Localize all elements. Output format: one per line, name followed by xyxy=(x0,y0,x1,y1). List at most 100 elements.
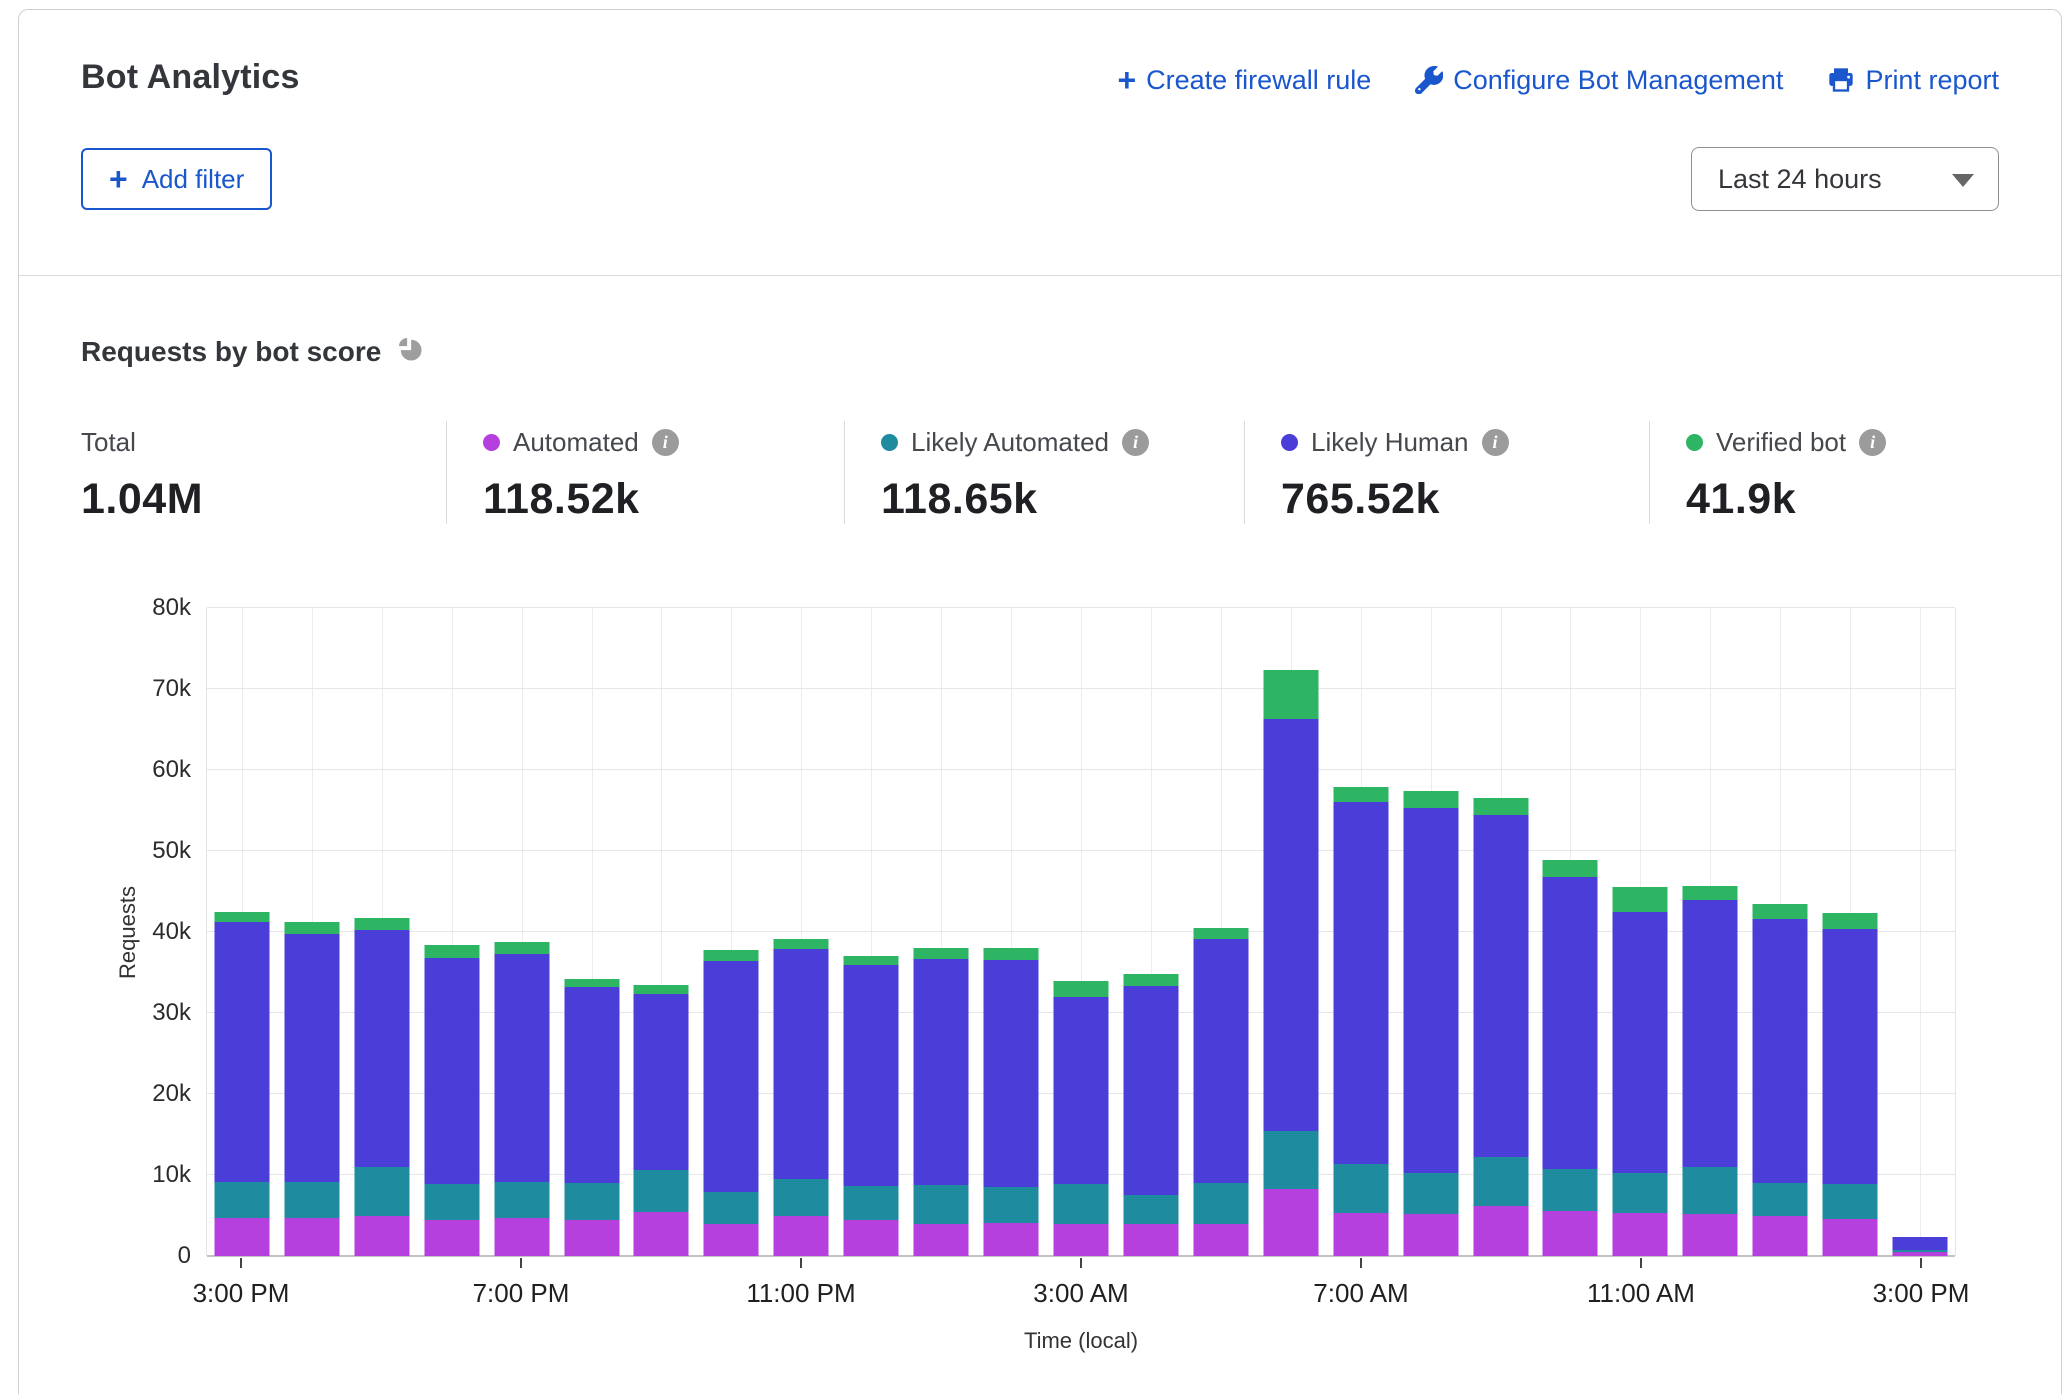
bar-6[interactable] xyxy=(634,985,689,1256)
segment-verified_bot xyxy=(1123,974,1178,986)
segment-automated xyxy=(914,1224,969,1256)
bar-slot-5 xyxy=(557,608,627,1256)
segment-verified_bot xyxy=(634,985,689,994)
info-icon[interactable]: i xyxy=(652,429,679,456)
segment-likely_human xyxy=(1893,1237,1948,1249)
y-axis-labels: 010k20k30k40k50k60k70k80k xyxy=(81,608,191,1256)
segment-likely_human xyxy=(1613,912,1668,1174)
plus-icon: + xyxy=(109,163,128,195)
bar-7[interactable] xyxy=(704,950,759,1256)
bar-slot-1 xyxy=(277,608,347,1256)
print-report-link[interactable]: Print report xyxy=(1827,65,1999,96)
bar-slot-2 xyxy=(347,608,417,1256)
segment-verified_bot xyxy=(564,979,619,987)
bar-23[interactable] xyxy=(1823,913,1878,1256)
bar-22[interactable] xyxy=(1753,904,1808,1256)
segment-automated xyxy=(1403,1214,1458,1256)
time-range-value: Last 24 hours xyxy=(1718,164,1882,195)
bar-19[interactable] xyxy=(1543,860,1598,1256)
segment-likely_automated xyxy=(1473,1157,1528,1206)
segment-verified_bot xyxy=(354,918,409,930)
segment-verified_bot xyxy=(1403,791,1458,808)
y-tick-label: 0 xyxy=(178,1242,191,1270)
bar-slot-8 xyxy=(766,608,836,1256)
bar-2[interactable] xyxy=(354,918,409,1256)
segment-likely_human xyxy=(1543,877,1598,1169)
bar-8[interactable] xyxy=(774,939,829,1256)
info-icon[interactable]: i xyxy=(1859,429,1886,456)
segment-likely_automated xyxy=(424,1184,479,1220)
segment-automated xyxy=(1333,1213,1388,1256)
y-tick-label: 10k xyxy=(152,1161,191,1189)
bar-1[interactable] xyxy=(284,922,339,1256)
bar-11[interactable] xyxy=(984,948,1039,1256)
bar-3[interactable] xyxy=(424,945,479,1256)
segment-automated xyxy=(214,1218,269,1256)
gridline xyxy=(207,850,1955,851)
bar-9[interactable] xyxy=(844,956,899,1256)
segment-verified_bot xyxy=(844,956,899,966)
x-tick-label: 11:00 PM xyxy=(746,1278,855,1309)
segment-automated xyxy=(1613,1213,1668,1256)
gridline xyxy=(207,769,1955,770)
segment-likely_human xyxy=(284,934,339,1182)
bar-24[interactable] xyxy=(1893,1237,1948,1256)
bar-12[interactable] xyxy=(1054,981,1109,1256)
bar-slot-24 xyxy=(1885,608,1955,1256)
bar-10[interactable] xyxy=(914,948,969,1256)
segment-automated xyxy=(494,1218,549,1256)
segment-automated xyxy=(1753,1216,1808,1256)
y-tick-label: 30k xyxy=(152,999,191,1027)
bar-0[interactable] xyxy=(214,912,269,1256)
bar-21[interactable] xyxy=(1683,886,1738,1256)
segment-likely_automated xyxy=(1193,1183,1248,1224)
bar-14[interactable] xyxy=(1193,928,1248,1256)
segment-verified_bot xyxy=(424,945,479,958)
likely-human-legend-dot xyxy=(1281,434,1298,451)
bar-slot-12 xyxy=(1046,608,1116,1256)
segment-automated xyxy=(704,1224,759,1256)
bar-18[interactable] xyxy=(1473,798,1528,1256)
segment-likely_automated xyxy=(1683,1167,1738,1214)
segment-verified_bot xyxy=(494,942,549,954)
segment-likely_human xyxy=(564,987,619,1183)
stat-likely-human: Likely Human i 765.52k xyxy=(1244,421,1649,524)
segment-likely_automated xyxy=(914,1185,969,1225)
bar-17[interactable] xyxy=(1403,791,1458,1256)
bar-slot-19 xyxy=(1536,608,1606,1256)
bar-5[interactable] xyxy=(564,979,619,1256)
gridline xyxy=(207,607,1955,608)
time-range-select[interactable]: Last 24 hours xyxy=(1691,147,1999,211)
segment-likely_automated xyxy=(564,1183,619,1219)
create-firewall-rule-link[interactable]: + Create firewall rule xyxy=(1117,64,1371,96)
segment-automated xyxy=(1263,1189,1318,1256)
segment-verified_bot xyxy=(914,948,969,959)
info-icon[interactable]: i xyxy=(1122,429,1149,456)
bot-analytics-card: Bot Analytics + Create firewall rule Con… xyxy=(18,9,2062,1394)
bar-15[interactable] xyxy=(1263,670,1318,1256)
segment-likely_human xyxy=(214,922,269,1182)
y-tick-label: 80k xyxy=(152,594,191,622)
x-tick-label: 11:00 AM xyxy=(1587,1278,1695,1309)
info-icon[interactable]: i xyxy=(1482,429,1509,456)
bar-16[interactable] xyxy=(1333,787,1388,1256)
bars-container xyxy=(207,608,1955,1256)
segment-likely_human xyxy=(1123,986,1178,1195)
segment-likely_human xyxy=(1054,997,1109,1184)
segment-likely_automated xyxy=(1263,1131,1318,1189)
x-tick-label: 7:00 PM xyxy=(473,1278,570,1309)
segment-verified_bot xyxy=(1473,798,1528,814)
bar-4[interactable] xyxy=(494,942,549,1256)
requests-bar-chart: Requests 010k20k30k40k50k60k70k80k 3:00 … xyxy=(81,596,1999,1336)
stat-total-value: 1.04M xyxy=(81,475,446,524)
bar-slot-4 xyxy=(487,608,557,1256)
segment-verified_bot xyxy=(214,912,269,922)
bar-13[interactable] xyxy=(1123,974,1178,1256)
bar-20[interactable] xyxy=(1613,887,1668,1256)
segment-verified_bot xyxy=(1054,981,1109,997)
header-actions: + Create firewall rule Configure Bot Man… xyxy=(1117,58,1999,96)
verified-bot-legend-dot xyxy=(1686,434,1703,451)
configure-bot-management-link[interactable]: Configure Bot Management xyxy=(1415,65,1783,96)
add-filter-button[interactable]: + Add filter xyxy=(81,148,272,210)
segment-likely_human xyxy=(354,930,409,1167)
